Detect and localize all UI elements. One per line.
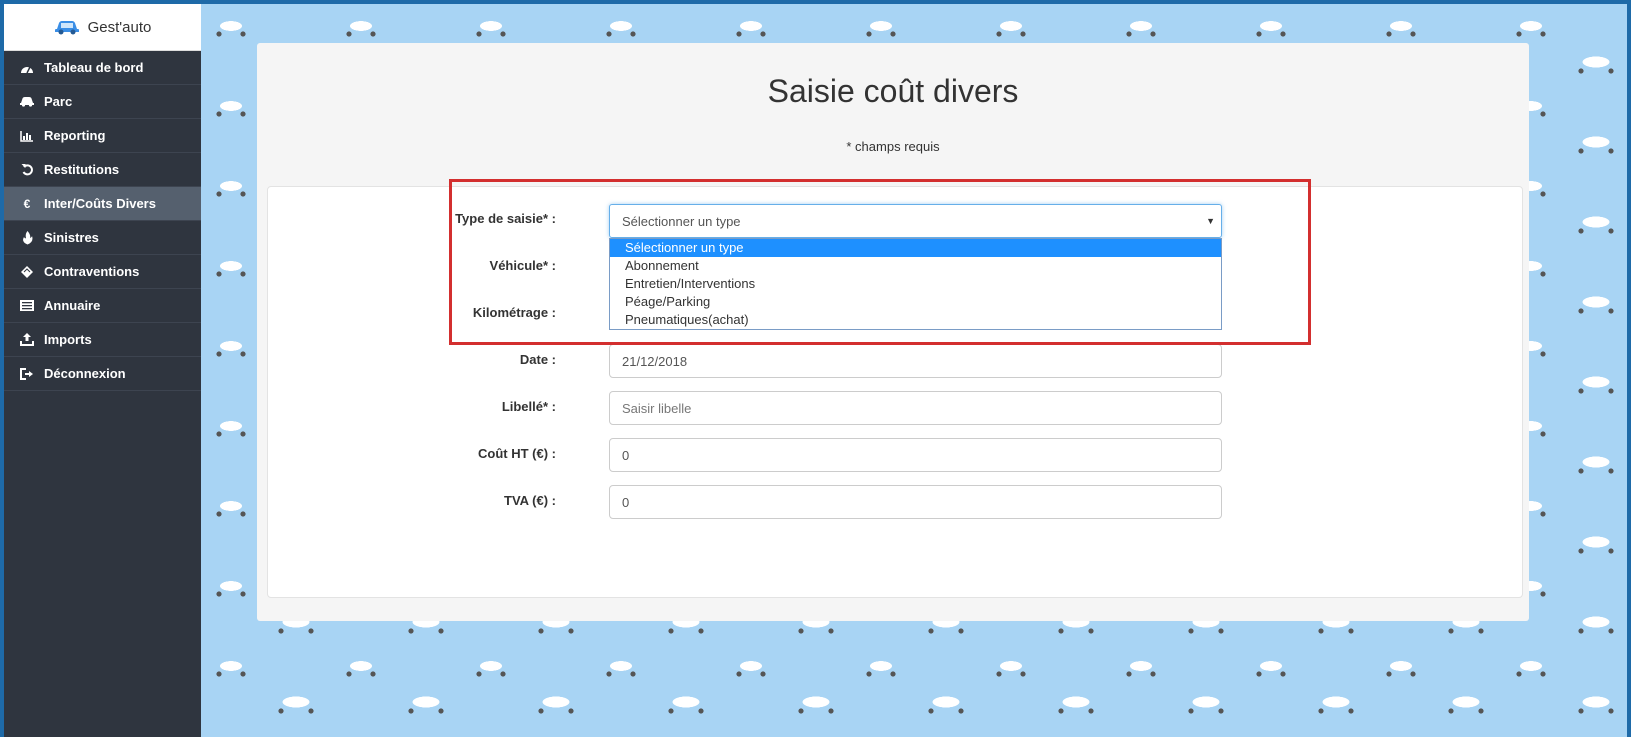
sidebar-item-parc[interactable]: Parc: [4, 85, 201, 119]
tva-field[interactable]: [609, 485, 1222, 519]
fire-icon: [16, 230, 38, 245]
sidebar-item-label: Restitutions: [44, 162, 120, 177]
sidebar-item-imports[interactable]: Imports: [4, 323, 201, 357]
dashboard-icon: [16, 62, 38, 74]
sidebar-item-contraventions[interactable]: Contraventions: [4, 255, 201, 289]
sidebar-item-label: Sinistres: [44, 230, 99, 245]
sidebar-item-label: Parc: [44, 94, 73, 109]
libelle-field[interactable]: [609, 391, 1222, 425]
sidebar-item-label: Contraventions: [44, 264, 140, 279]
sidebar-item-label: Reporting: [44, 128, 106, 143]
sidebar-item-restitutions[interactable]: Restitutions: [4, 153, 201, 187]
sidebar-item-label: Tableau de bord: [44, 60, 144, 75]
undo-icon: [16, 163, 38, 176]
sidebar-item-annuaire[interactable]: Annuaire: [4, 289, 201, 323]
sidebar-item-reporting[interactable]: Reporting: [4, 119, 201, 153]
car-icon: [16, 96, 38, 107]
cout-ht-field[interactable]: [609, 438, 1222, 472]
date-label: Date :: [519, 352, 556, 367]
libelle-label: Libellé* :: [501, 399, 556, 414]
tva-label: TVA (€) :: [504, 493, 556, 508]
list-icon: [16, 300, 38, 311]
sidebar-item-sinistres[interactable]: Sinistres: [4, 221, 201, 255]
sidebar-item-deconnexion[interactable]: Déconnexion: [4, 357, 201, 391]
logout-icon: [16, 367, 38, 380]
window-border: [1627, 0, 1631, 733]
date-field[interactable]: [609, 344, 1222, 378]
required-fields-note: * champs requis: [846, 139, 940, 154]
sidebar-item-tableau-de-bord[interactable]: Tableau de bord: [4, 51, 201, 85]
brand[interactable]: Gest'auto: [4, 4, 201, 51]
ticket-icon: [16, 265, 38, 278]
sidebar-item-label: Inter/Coûts Divers: [44, 196, 156, 211]
sidebar-item-label: Annuaire: [44, 298, 101, 313]
sidebar-item-inter-couts-divers[interactable]: € Inter/Coûts Divers: [4, 187, 201, 221]
cout-ht-label: Coût HT (€) :: [478, 446, 556, 461]
bar-chart-icon: [16, 130, 38, 142]
sidebar: Gest'auto Tableau de bord Parc Reporting…: [4, 4, 201, 737]
euro-icon: €: [23, 196, 31, 211]
sidebar-item-label: Imports: [44, 332, 92, 347]
sidebar-item-label: Déconnexion: [44, 366, 126, 381]
highlight-box: [449, 179, 1311, 345]
upload-icon: [16, 333, 38, 346]
app-window: Gest'auto Tableau de bord Parc Reporting…: [4, 4, 1627, 737]
brand-name: Gest'auto: [87, 18, 152, 36]
car-icon: [54, 21, 79, 35]
page-title: Saisie coût divers: [767, 73, 1019, 109]
